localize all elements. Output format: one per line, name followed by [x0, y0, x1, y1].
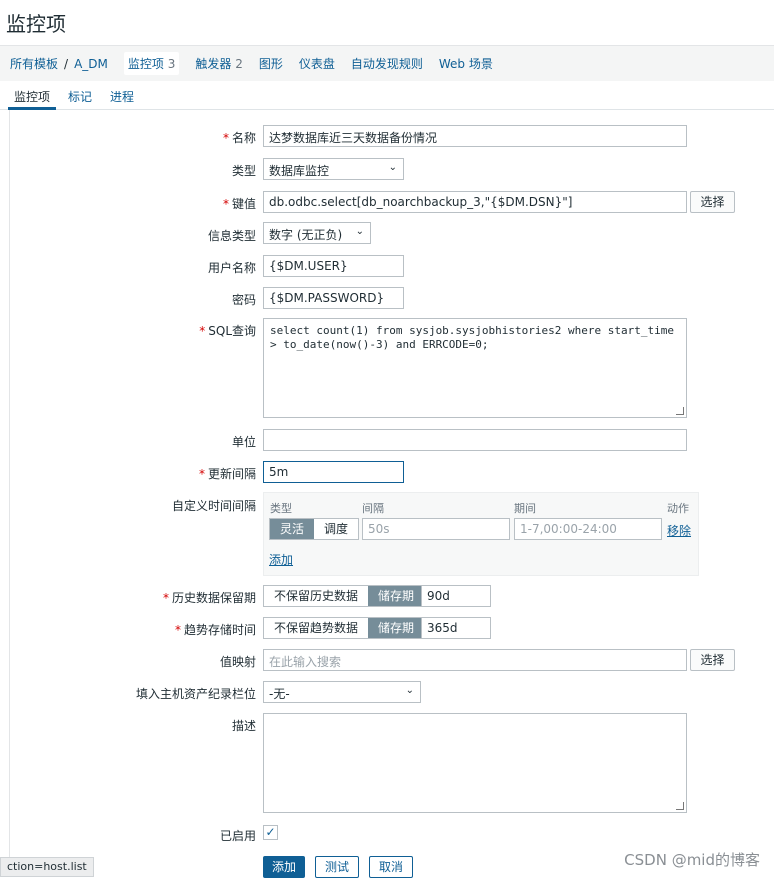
- left-divider: [9, 110, 10, 870]
- resize-handle-icon[interactable]: [676, 407, 684, 415]
- custom-intervals-panel: 类型 间隔 期间 动作 灵活 调度 50s 1-7,00:00-24:00 移除…: [263, 492, 699, 576]
- nav-triggers[interactable]: 触发器 2: [195, 55, 242, 72]
- period-input[interactable]: 1-7,00:00-24:00: [514, 518, 662, 540]
- interval-type-toggle: 灵活 调度: [269, 518, 360, 540]
- watermark: CSDN @mid的博客: [624, 851, 760, 869]
- name-label: * 名称: [222, 131, 256, 145]
- interval-input[interactable]: 50s: [362, 518, 510, 540]
- nav-graphs[interactable]: 图形: [259, 55, 283, 72]
- inventory-label: 填入主机资产纪录栏位: [135, 687, 256, 701]
- description-label: 描述: [231, 719, 256, 733]
- nav-dashboards[interactable]: 仪表盘: [299, 55, 335, 72]
- inventory-select[interactable]: -无- ⌄: [263, 681, 421, 703]
- nav-triggers-count: 2: [235, 57, 243, 71]
- key-input[interactable]: db.odbc.select[db_noarchbackup_3,"{$DM.D…: [263, 191, 687, 213]
- type-scheduling-option[interactable]: 调度: [314, 519, 358, 539]
- col-period-header: 期间: [514, 502, 536, 515]
- info-type-select-value: 数字 (无正负): [269, 228, 343, 242]
- nav-triggers-label: 触发器: [195, 57, 232, 71]
- history-period-input[interactable]: 90d: [421, 585, 491, 607]
- units-label: 单位: [231, 435, 256, 449]
- remove-interval-link[interactable]: 移除: [667, 522, 691, 539]
- custom-intervals-label: 自定义时间间隔: [171, 499, 256, 513]
- trends-mode-toggle: 不保留趋势数据 储存期: [263, 617, 426, 639]
- col-action-header: 动作: [667, 502, 689, 515]
- nav-web-scenarios[interactable]: Web 场景: [439, 55, 493, 72]
- add-button[interactable]: 添加: [263, 856, 305, 878]
- chevron-down-icon: ⌄: [388, 162, 397, 173]
- breadcrumb-all-templates[interactable]: 所有模板: [10, 55, 58, 72]
- history-storage-option[interactable]: 储存期: [368, 586, 425, 606]
- type-flexible-option[interactable]: 灵活: [270, 519, 315, 539]
- nav-items[interactable]: 监控项 3: [123, 52, 180, 75]
- cancel-button[interactable]: 取消: [369, 856, 413, 878]
- name-input[interactable]: 达梦数据库近三天数据备份情况: [263, 125, 687, 147]
- type-select-value: 数据库监控: [269, 164, 330, 178]
- trends-period-input[interactable]: 365d: [421, 617, 491, 639]
- sql-textarea[interactable]: select count(1) from sysjob.sysjobhistor…: [263, 318, 687, 418]
- password-label: 密码: [231, 293, 256, 307]
- tab-tags[interactable]: 标记: [62, 82, 98, 109]
- page-title: 监控项: [6, 12, 66, 36]
- nav-items-label: 监控项: [127, 57, 164, 71]
- tab-bar: 监控项 标记 进程: [0, 82, 774, 110]
- tab-process[interactable]: 进程: [104, 82, 140, 109]
- col-interval-header: 间隔: [362, 502, 384, 515]
- resize-handle-icon[interactable]: [676, 802, 684, 810]
- history-mode-toggle: 不保留历史数据 储存期: [263, 585, 426, 607]
- col-type-header: 类型: [270, 502, 292, 515]
- update-interval-input[interactable]: 5m: [263, 461, 404, 483]
- info-type-label: 信息类型: [207, 229, 256, 243]
- sql-text: select count(1) from sysjob.sysjobhistor…: [270, 324, 674, 351]
- nav-items-count: 3: [167, 57, 176, 71]
- trends-no-keep-option[interactable]: 不保留趋势数据: [264, 618, 368, 638]
- info-type-select[interactable]: 数字 (无正负) ⌄: [263, 222, 371, 244]
- password-input[interactable]: {$DM.PASSWORD}: [263, 287, 404, 309]
- key-label: * 键值: [222, 197, 256, 211]
- type-label: 类型: [231, 164, 256, 178]
- breadcrumb-template[interactable]: A_DM: [74, 57, 108, 71]
- checkmark-icon: ✓: [265, 825, 276, 839]
- enabled-checkbox[interactable]: ✓: [263, 825, 278, 840]
- breadcrumb: 所有模板 / A_DM 监控项 3 触发器 2 图形 仪表盘 自动发现规则 We…: [0, 45, 774, 81]
- status-bar-url: ction=host.list: [0, 857, 94, 877]
- trends-label: * 趋势存储时间: [174, 623, 256, 637]
- nav-discovery-rules[interactable]: 自动发现规则: [351, 55, 423, 72]
- key-select-button[interactable]: 选择: [690, 191, 735, 213]
- description-textarea[interactable]: [263, 713, 687, 813]
- test-button[interactable]: 测试: [315, 856, 359, 878]
- chevron-down-icon: ⌄: [355, 226, 364, 237]
- valuemap-search-input[interactable]: 在此输入搜索: [263, 649, 687, 671]
- valuemap-select-button[interactable]: 选择: [690, 649, 735, 671]
- username-input[interactable]: {$DM.USER}: [263, 255, 404, 277]
- inventory-select-value: -无-: [269, 687, 290, 701]
- history-label: * 历史数据保留期: [162, 591, 256, 605]
- units-input[interactable]: [263, 429, 687, 451]
- tab-item[interactable]: 监控项: [8, 82, 57, 110]
- sql-label: * SQL查询: [199, 324, 256, 338]
- enabled-label: 已启用: [219, 829, 256, 843]
- type-select[interactable]: 数据库监控 ⌄: [263, 158, 404, 180]
- username-label: 用户名称: [207, 261, 256, 275]
- history-no-keep-option[interactable]: 不保留历史数据: [264, 586, 368, 606]
- chevron-down-icon: ⌄: [405, 685, 414, 696]
- breadcrumb-separator: /: [64, 56, 69, 71]
- add-interval-link[interactable]: 添加: [269, 551, 293, 568]
- trends-storage-option[interactable]: 储存期: [368, 618, 425, 638]
- valuemap-label: 值映射: [219, 655, 256, 669]
- update-interval-label: * 更新间隔: [198, 467, 256, 481]
